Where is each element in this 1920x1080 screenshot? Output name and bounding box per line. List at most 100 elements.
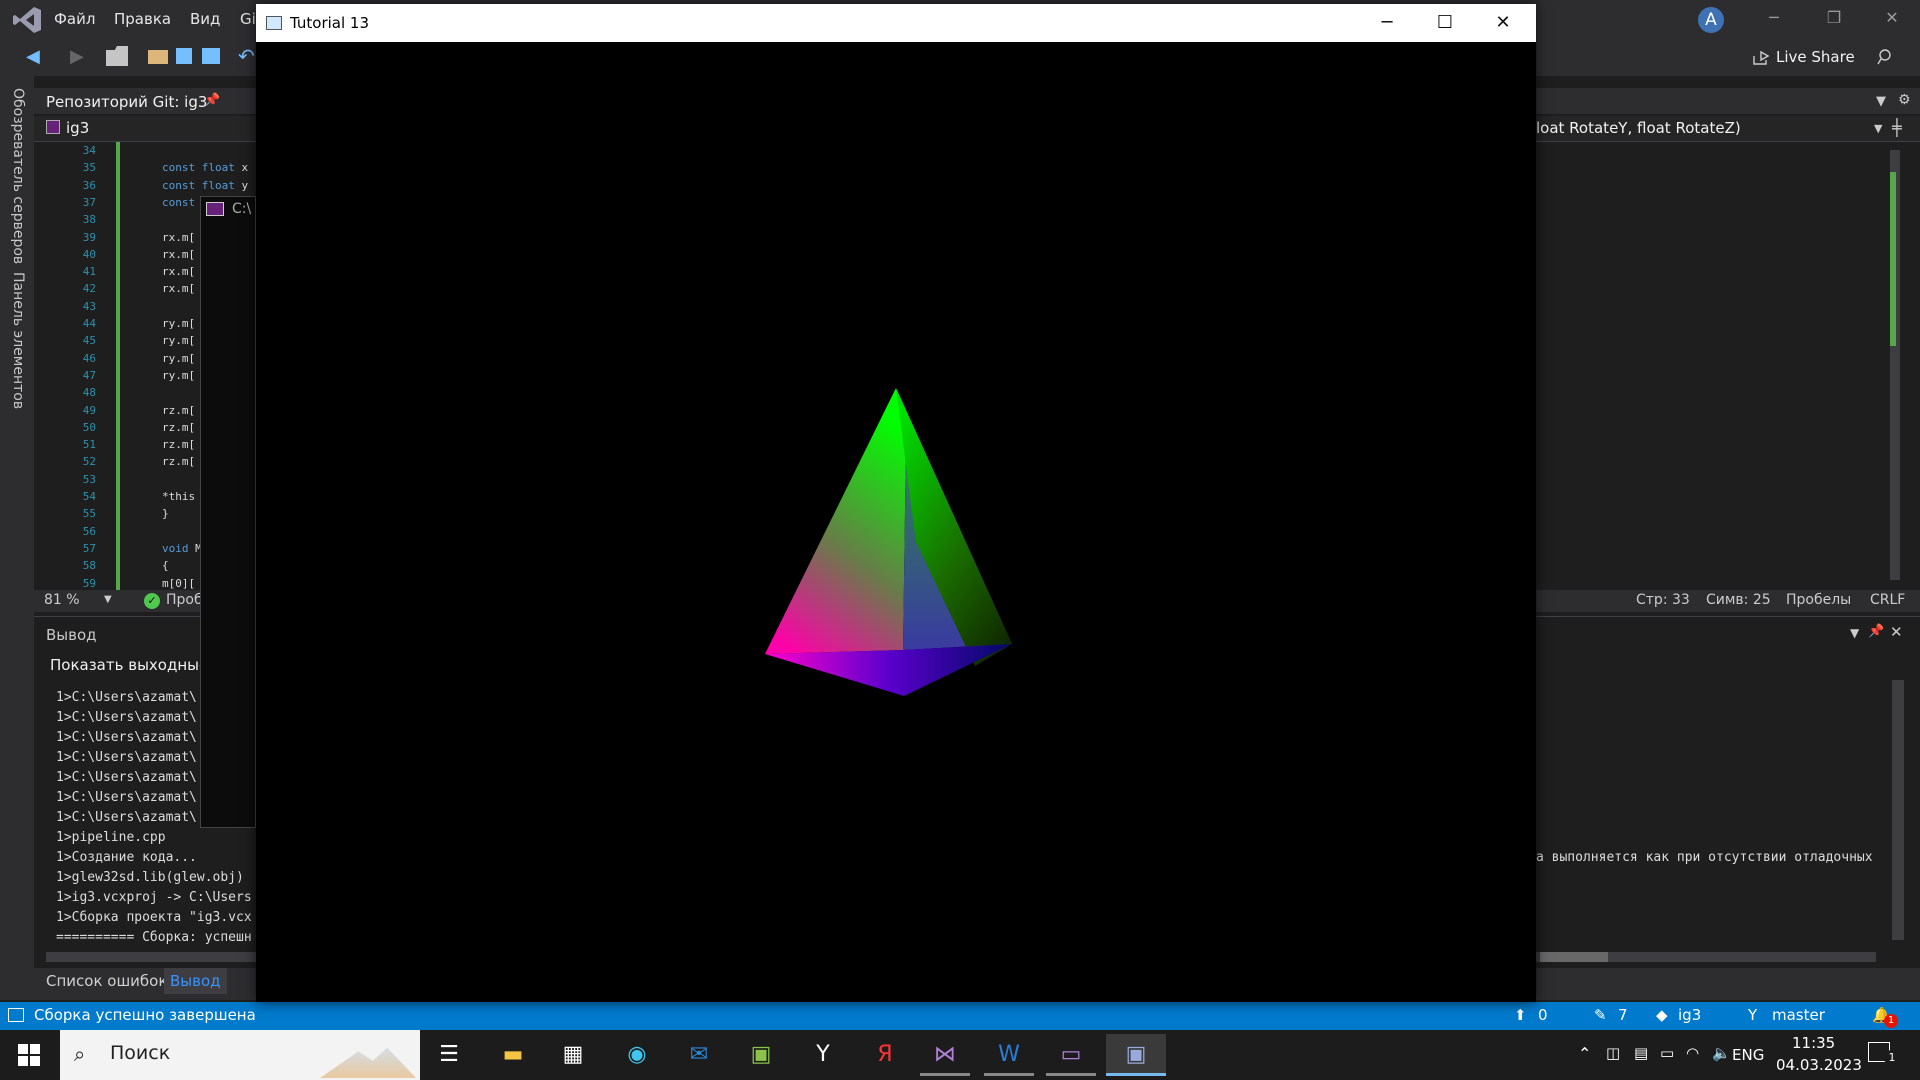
console-window-icon[interactable]: ▭ [1046, 1034, 1096, 1076]
visual-studio-taskbar-icon[interactable]: ⋈ [920, 1034, 970, 1076]
menu-file[interactable]: Файл [54, 10, 95, 28]
line-number: 41 [82, 265, 96, 279]
vs-restore-button[interactable]: ❐ [1814, 8, 1854, 32]
tutorial-maximize-button[interactable]: ☐ [1422, 10, 1468, 36]
output-line: 1>Сборка проекта "ig3.vcx [56, 910, 252, 925]
edge-browser-icon[interactable]: ◉ [612, 1034, 662, 1076]
tutorial-window[interactable]: Tutorial 13 ─ ☐ ✕ [256, 4, 1536, 1002]
battery-icon[interactable]: ▭ [1660, 1044, 1674, 1062]
microsoft-store-icon[interactable]: ▦ [548, 1034, 598, 1076]
tab-output[interactable]: Вывод [164, 968, 227, 994]
save-all-icon[interactable] [202, 48, 220, 64]
git-repository-tab[interactable]: Репозиторий Git: ig3 [46, 93, 207, 111]
code-line[interactable]: rz.m[ [162, 421, 195, 434]
zoom-level[interactable]: 81 % [44, 592, 80, 608]
code-line[interactable]: rx.m[ [162, 265, 195, 278]
mail-icon[interactable]: ✉ [674, 1034, 724, 1076]
code-line[interactable]: rz.m[ [162, 404, 195, 417]
word-icon[interactable]: W [984, 1034, 1034, 1076]
taskbar-search-text[interactable]: Поиск [110, 1042, 170, 1064]
settings-gear-icon[interactable]: ⚙ [1898, 92, 1911, 108]
code-line[interactable]: const float x [162, 161, 248, 174]
line-number: 42 [82, 282, 96, 296]
output-source-selector[interactable]: Показать выходные д [50, 656, 223, 674]
server-explorer-tab[interactable]: Обозреватель серверов [10, 88, 26, 264]
code-line[interactable]: ry.m[ [162, 352, 195, 365]
commits-up-icon[interactable]: ⬆ [1514, 1006, 1527, 1024]
output-vertical-scrollbar[interactable] [1892, 680, 1904, 940]
tab-error-list[interactable]: Список ошибок [46, 972, 167, 990]
issues-status[interactable]: Проб [166, 592, 203, 608]
tutorial-window-titlebar[interactable] [256, 4, 1536, 42]
tray-meet-icon[interactable]: ◫ [1606, 1044, 1620, 1062]
vs-close-button[interactable]: ✕ [1872, 8, 1912, 32]
column-number[interactable]: Симв: 25 [1706, 592, 1771, 608]
tab-dropdown-icon[interactable]: ▼ [1876, 94, 1886, 109]
live-share-button[interactable]: Live Share [1776, 48, 1855, 66]
branch-selector[interactable]: master [1772, 1006, 1825, 1024]
wifi-icon[interactable]: ◠ [1686, 1044, 1699, 1062]
menu-view[interactable]: Вид [190, 10, 220, 28]
app-icon[interactable]: ▣ [736, 1034, 786, 1076]
pin-icon[interactable]: 📌 [204, 93, 220, 108]
pending-edits-icon[interactable]: ✎ [1594, 1006, 1607, 1024]
code-line[interactable]: ry.m[ [162, 334, 195, 347]
code-line[interactable]: rz.m[ [162, 438, 195, 451]
output-line: 1>C:\Users\azamat\ [56, 770, 197, 785]
yandex-browser-icon[interactable]: Y [798, 1034, 848, 1076]
code-line[interactable]: rx.m[ [162, 248, 195, 261]
save-icon[interactable] [176, 48, 192, 64]
repo-icon[interactable]: ◆ [1656, 1006, 1668, 1024]
repository-selector[interactable]: ig3 [1678, 1006, 1701, 1024]
code-line[interactable]: const [162, 196, 195, 209]
output-dropdown-icon[interactable]: ▼ [1850, 626, 1859, 640]
code-line[interactable]: ry.m[ [162, 369, 195, 382]
member-dropdown-icon[interactable]: ▼ [1874, 122, 1882, 135]
code-line[interactable]: { [162, 559, 169, 572]
pending-edits-count[interactable]: 7 [1618, 1006, 1628, 1024]
forward-icon[interactable]: ▶ [70, 46, 94, 70]
tray-app-icon[interactable]: ▤ [1634, 1044, 1648, 1062]
output-close-icon[interactable]: ✕ [1890, 623, 1903, 641]
open-folder-icon[interactable] [148, 50, 168, 64]
code-line[interactable]: *this [162, 490, 195, 503]
yandex-icon[interactable]: Я [860, 1034, 910, 1076]
tutorial-close-button[interactable]: ✕ [1480, 10, 1526, 36]
commits-up-count[interactable]: 0 [1538, 1006, 1548, 1024]
tutorial-window-app-icon [266, 16, 282, 30]
output-horizontal-thumb[interactable] [1540, 952, 1608, 962]
tutorial-minimize-button[interactable]: ─ [1364, 10, 1410, 36]
code-line[interactable]: rx.m[ [162, 282, 195, 295]
output-pin-icon[interactable]: 📌 [1868, 624, 1884, 639]
back-icon[interactable]: ◀ [26, 46, 50, 70]
split-view-icon[interactable]: ╪ [1892, 118, 1902, 137]
account-avatar[interactable]: A [1698, 7, 1724, 33]
project-selector[interactable]: ig3 [66, 119, 89, 137]
code-line[interactable]: rz.m[ [162, 455, 195, 468]
vs-minimize-button[interactable]: ─ [1754, 8, 1794, 32]
branch-icon[interactable]: Y [1748, 1006, 1757, 1024]
volume-icon[interactable]: 🔈 [1712, 1044, 1731, 1062]
file-explorer-icon[interactable]: ▬ [488, 1034, 538, 1076]
indentation-mode[interactable]: Пробелы [1786, 592, 1851, 608]
code-line[interactable]: } [162, 507, 169, 520]
console-window[interactable] [200, 196, 256, 828]
code-line[interactable]: ry.m[ [162, 317, 195, 330]
tutorial-window-taskbar-icon[interactable]: ▣ [1106, 1034, 1166, 1076]
code-line[interactable]: const float y [162, 179, 248, 192]
code-line[interactable]: m[0][ [162, 577, 195, 590]
clock-time[interactable]: 11:35 [1792, 1034, 1835, 1052]
windows-start-icon[interactable] [18, 1044, 40, 1066]
menu-edit[interactable]: Правка [114, 10, 171, 28]
clock-date[interactable]: 04.03.2023 [1776, 1056, 1862, 1074]
code-line[interactable]: rx.m[ [162, 231, 195, 244]
input-language[interactable]: ENG [1732, 1046, 1764, 1064]
toolbox-tab[interactable]: Панель элементов [10, 272, 26, 409]
line-ending[interactable]: CRLF [1870, 592, 1905, 608]
task-view-icon[interactable]: ☰ [424, 1034, 474, 1076]
member-selector[interactable]: loat RotateY, float RotateZ) [1536, 119, 1741, 137]
zoom-dropdown-icon[interactable]: ▼ [104, 594, 112, 605]
tray-chevron-icon[interactable]: ⌃ [1578, 1044, 1591, 1063]
line-number[interactable]: Стр: 33 [1636, 592, 1690, 608]
feedback-icon[interactable] [1876, 48, 1894, 66]
